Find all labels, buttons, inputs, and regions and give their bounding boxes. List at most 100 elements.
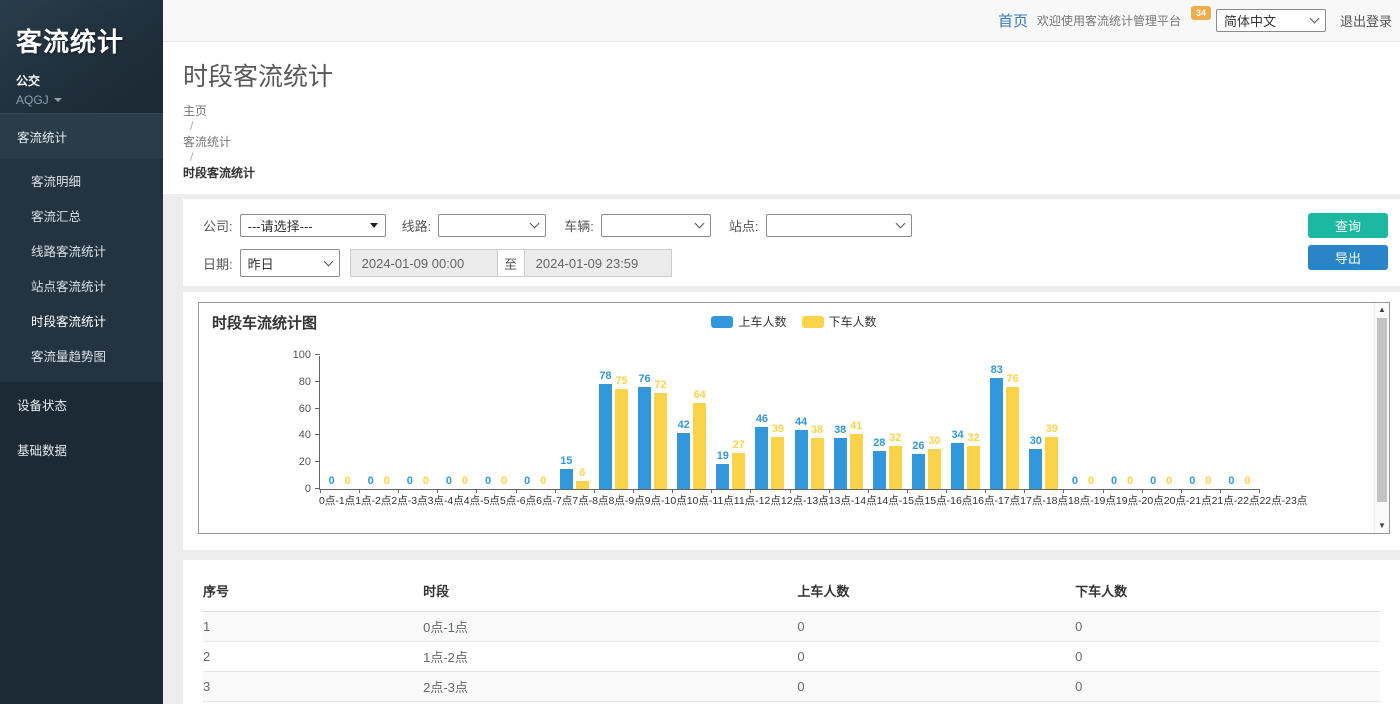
sidebar-item[interactable]: 线路客流统计 <box>0 233 163 268</box>
bar-column[interactable]: 0 <box>403 356 416 489</box>
bar-column[interactable]: 0 <box>380 356 393 489</box>
bar-column[interactable]: 0 <box>1186 356 1199 489</box>
bar[interactable] <box>1029 449 1042 489</box>
date-end-input[interactable]: 2024-01-09 23:59 <box>524 249 672 277</box>
bar[interactable] <box>732 453 745 489</box>
bar-column[interactable]: 26 <box>912 356 925 489</box>
bar-column[interactable]: 0 <box>419 356 432 489</box>
breadcrumb-item[interactable]: 客流统计 <box>183 135 231 149</box>
logout-link[interactable]: 退出登录 <box>1340 11 1392 30</box>
bar-column[interactable]: 76 <box>638 356 651 489</box>
bar-column[interactable]: 0 <box>1163 356 1176 489</box>
bar[interactable] <box>811 438 824 489</box>
bar-column[interactable]: 15 <box>560 356 573 489</box>
sidebar-item[interactable]: 站点客流统计 <box>0 268 163 303</box>
bar[interactable] <box>654 393 667 489</box>
bar[interactable] <box>560 469 573 489</box>
home-link[interactable]: 首页 <box>998 10 1028 31</box>
bar-column[interactable]: 38 <box>834 356 847 489</box>
bar-column[interactable]: 0 <box>442 356 455 489</box>
bar-column[interactable]: 0 <box>1084 356 1097 489</box>
bar[interactable] <box>928 449 941 489</box>
station-select[interactable] <box>766 214 912 237</box>
bar-column[interactable]: 44 <box>795 356 808 489</box>
scroll-down-icon[interactable]: ▼ <box>1375 519 1389 533</box>
bar-column[interactable]: 0 <box>1124 356 1137 489</box>
bar[interactable] <box>771 437 784 489</box>
bar-column[interactable]: 0 <box>364 356 377 489</box>
bar[interactable] <box>990 378 1003 489</box>
bar[interactable] <box>873 451 886 489</box>
bar[interactable] <box>599 384 612 489</box>
date-preset-select[interactable]: 昨日 <box>240 249 340 277</box>
bar-column[interactable]: 30 <box>928 356 941 489</box>
bar[interactable] <box>677 433 690 489</box>
bar[interactable] <box>638 387 651 489</box>
bar[interactable] <box>850 434 863 489</box>
scrollbar-thumb[interactable] <box>1377 318 1387 502</box>
bar-column[interactable]: 64 <box>693 356 706 489</box>
search-button[interactable]: 查询 <box>1308 213 1388 238</box>
bar-column[interactable]: 0 <box>1108 356 1121 489</box>
bar-column[interactable]: 0 <box>325 356 338 489</box>
bar-column[interactable]: 32 <box>967 356 980 489</box>
bar[interactable] <box>795 430 808 489</box>
bar[interactable] <box>615 389 628 490</box>
sidebar-item[interactable]: 时段客流统计 <box>0 303 163 338</box>
bar-column[interactable]: 76 <box>1006 356 1019 489</box>
bar[interactable] <box>912 454 925 489</box>
bar-column[interactable]: 19 <box>716 356 729 489</box>
sidebar-item[interactable]: 客流统计 <box>0 113 163 160</box>
bar-column[interactable]: 6 <box>576 356 589 489</box>
breadcrumb-item[interactable]: 主页 <box>183 104 207 118</box>
sidebar-item[interactable]: 客流量趋势图 <box>0 338 163 373</box>
bar-column[interactable]: 0 <box>1202 356 1215 489</box>
sidebar-item[interactable]: 基础数据 <box>0 427 163 472</box>
bar-column[interactable]: 32 <box>889 356 902 489</box>
bar[interactable] <box>1045 437 1058 489</box>
company-select[interactable]: ---请选择--- <box>240 214 386 237</box>
legend-item[interactable]: 上车人数 <box>711 313 786 330</box>
bar[interactable] <box>889 446 902 489</box>
bar[interactable] <box>967 446 980 489</box>
notification-badge[interactable]: 34 <box>1191 6 1211 20</box>
bar-column[interactable]: 0 <box>521 356 534 489</box>
sidebar-item[interactable]: 客流明细 <box>0 163 163 198</box>
bar-column[interactable]: 0 <box>1147 356 1160 489</box>
bar-column[interactable]: 0 <box>458 356 471 489</box>
bar-column[interactable]: 42 <box>677 356 690 489</box>
org-switcher[interactable]: AQGJ <box>16 93 147 107</box>
bar-column[interactable]: 0 <box>537 356 550 489</box>
bar-column[interactable]: 0 <box>1068 356 1081 489</box>
bar-column[interactable]: 39 <box>1045 356 1058 489</box>
bar-column[interactable]: 39 <box>771 356 784 489</box>
bar[interactable] <box>693 403 706 489</box>
export-button[interactable]: 导出 <box>1308 245 1388 270</box>
scroll-up-icon[interactable]: ▲ <box>1375 303 1389 317</box>
bar-column[interactable]: 34 <box>951 356 964 489</box>
bar-column[interactable]: 28 <box>873 356 886 489</box>
bar-column[interactable]: 38 <box>811 356 824 489</box>
bar-column[interactable]: 0 <box>498 356 511 489</box>
bar-column[interactable]: 83 <box>990 356 1003 489</box>
bar[interactable] <box>576 481 589 489</box>
bar[interactable] <box>755 427 768 489</box>
bar-column[interactable]: 0 <box>341 356 354 489</box>
bar-column[interactable]: 0 <box>1225 356 1238 489</box>
legend-item[interactable]: 下车人数 <box>802 313 877 330</box>
date-start-input[interactable]: 2024-01-09 00:00 <box>350 249 498 277</box>
bar-column[interactable]: 30 <box>1029 356 1042 489</box>
sidebar-item[interactable]: 客流汇总 <box>0 198 163 233</box>
line-select[interactable] <box>438 214 546 237</box>
bar-column[interactable]: 72 <box>654 356 667 489</box>
sidebar-item[interactable]: 设备状态 <box>0 382 163 427</box>
chart-scrollbar[interactable]: ▲ ▼ <box>1374 303 1389 533</box>
bar-column[interactable]: 0 <box>482 356 495 489</box>
bar-column[interactable]: 46 <box>755 356 768 489</box>
vehicle-select[interactable] <box>601 214 711 237</box>
bar[interactable] <box>834 438 847 489</box>
bar-column[interactable]: 41 <box>850 356 863 489</box>
language-select[interactable]: 简体中文 <box>1216 9 1326 32</box>
bar-column[interactable]: 78 <box>599 356 612 489</box>
bar-column[interactable]: 75 <box>615 356 628 489</box>
